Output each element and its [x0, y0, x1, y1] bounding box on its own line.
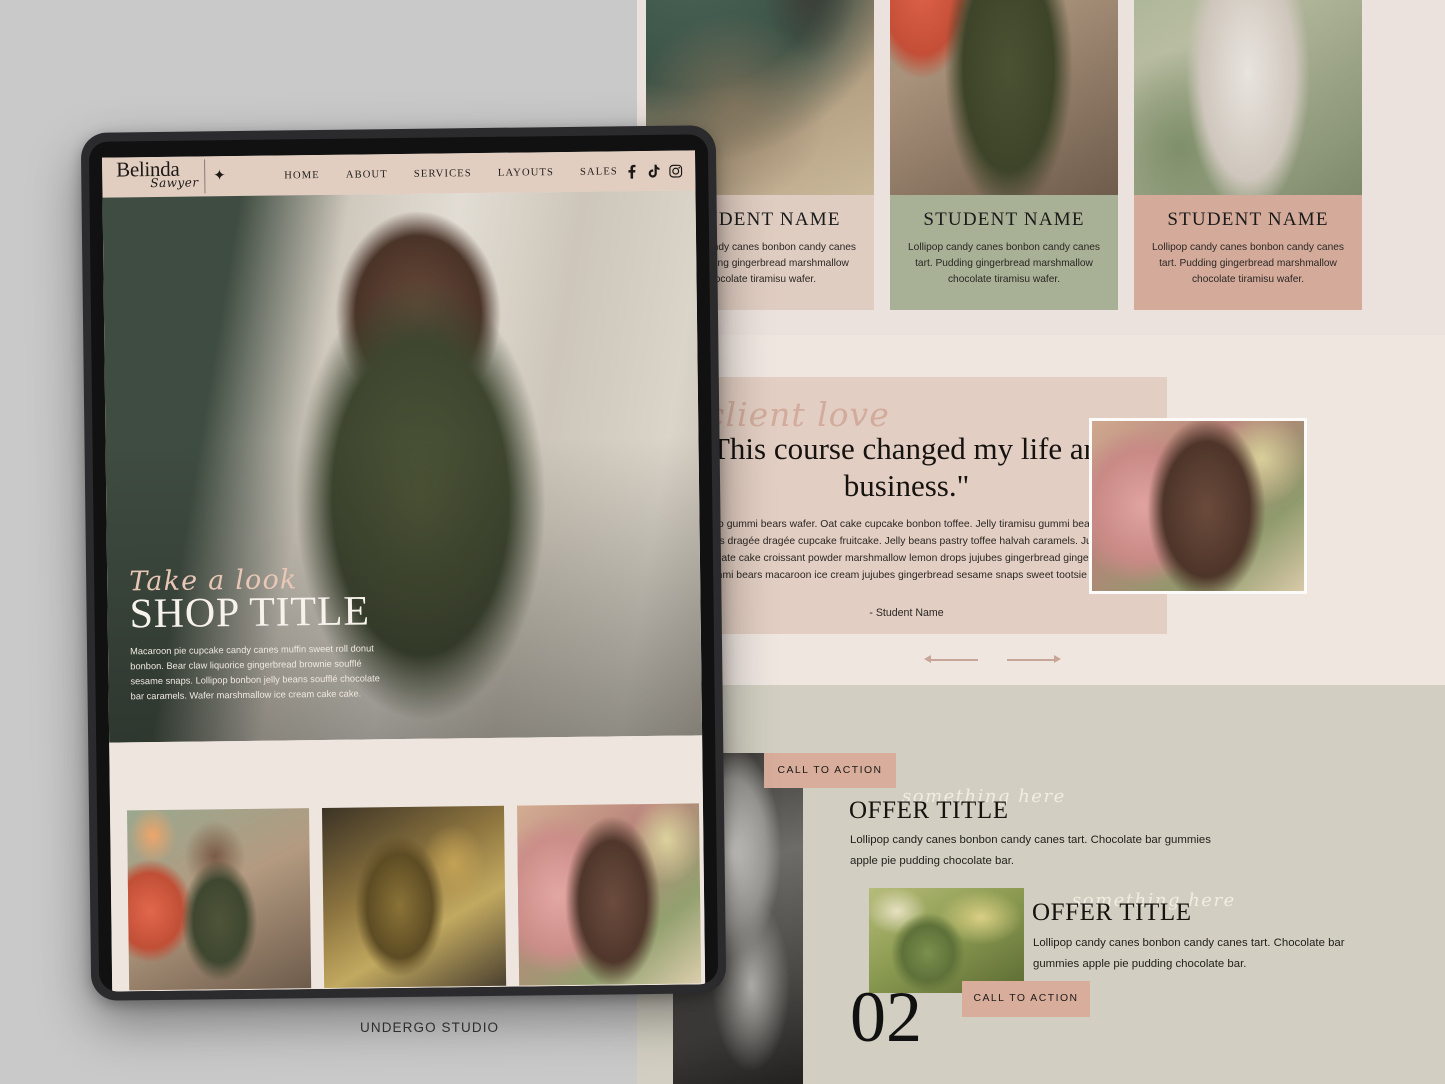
- offer-body: Lollipop candy canes bonbon candy canes …: [850, 834, 1211, 868]
- call-to-action-button[interactable]: CALL TO ACTION: [764, 753, 896, 788]
- nav-item-services[interactable]: SERVICES: [414, 168, 472, 180]
- facebook-icon[interactable]: [624, 164, 639, 179]
- quote-slider-arrows[interactable]: [924, 653, 1061, 667]
- student-caption: STUDENT NAME Lollipop candy canes bonbon…: [890, 195, 1118, 310]
- offer-title: OFFER TITLE: [1032, 899, 1192, 926]
- tablet-bezel: Belinda Sawyer ✦ HOME ABOUT SERVICES LAY…: [88, 134, 719, 992]
- offer-title: OFFER TITLE: [849, 797, 1009, 824]
- client-love-section: client love "This course changed my life…: [637, 335, 1445, 685]
- student-card[interactable]: STUDENT NAME Lollipop candy canes bonbon…: [1134, 0, 1362, 310]
- product-card[interactable]: PRODUCT TITLE Cotton candy chocolate bar…: [127, 808, 312, 991]
- product-grid: PRODUCT TITLE Cotton candy chocolate bar…: [109, 735, 706, 992]
- student-body: Lollipop candy canes bonbon candy canes …: [908, 242, 1101, 285]
- quote-body: Jelly-o gummi bears wafer. Oat cake cupc…: [691, 519, 1122, 581]
- offers-section: CALL TO ACTION something here OFFER TITL…: [637, 685, 1445, 1084]
- star-icon: ✦: [213, 167, 226, 185]
- tablet-screen: Belinda Sawyer ✦ HOME ABOUT SERVICES LAY…: [102, 150, 706, 992]
- product-card[interactable]: PRODUCT TITLE Cotton candy chocolate bar…: [321, 805, 507, 989]
- students-testimonial-row: STUDENT NAME Lollipop candy canes bonbon…: [637, 0, 1445, 310]
- hero-section: Take a look SHOP TITLE Macaroon pie cupc…: [102, 190, 703, 743]
- offer-number: 02: [850, 977, 922, 1057]
- hero-body-text: Macaroon pie cupcake candy canes muffin …: [129, 643, 380, 702]
- student-photo: [890, 0, 1118, 195]
- student-body: Lollipop candy canes bonbon candy canes …: [1152, 242, 1345, 285]
- brand-logo[interactable]: Belinda Sawyer ✦: [116, 157, 236, 195]
- client-love-script: client love: [706, 395, 890, 434]
- product-photo: [516, 803, 702, 986]
- student-name: STUDENT NAME: [1167, 209, 1329, 230]
- product-card[interactable]: PRODUCT TITLE Cotton candy chocolate bar…: [516, 803, 702, 986]
- nav-links: HOME ABOUT SERVICES LAYOUTS SALES: [284, 166, 624, 181]
- nav-item-about[interactable]: ABOUT: [346, 169, 388, 181]
- prev-arrow-line[interactable]: [930, 659, 978, 661]
- nav-item-sales[interactable]: SALES: [580, 166, 618, 177]
- product-photo: [127, 808, 312, 991]
- offer-body: Lollipop candy canes bonbon candy canes …: [1033, 937, 1345, 971]
- hero-text-block: Take a look SHOP TITLE Macaroon pie cupc…: [129, 563, 431, 705]
- quote-heading: "This course changed my life and busines…: [698, 431, 1115, 503]
- hero-title: SHOP TITLE: [129, 588, 371, 638]
- call-to-action-button[interactable]: CALL TO ACTION: [962, 981, 1090, 1017]
- quote-portrait-photo: [1089, 418, 1307, 594]
- nav-item-home[interactable]: HOME: [284, 169, 320, 180]
- website-mockup-panel: STUDENT NAME Lollipop candy canes bonbon…: [637, 0, 1445, 1084]
- next-arrow-line[interactable]: [1007, 659, 1055, 661]
- nav-item-layouts[interactable]: LAYOUTS: [498, 167, 554, 179]
- student-caption: STUDENT NAME Lollipop candy canes bonbon…: [1134, 195, 1362, 310]
- next-arrow-icon[interactable]: [1054, 655, 1061, 663]
- brand-script-name: Sawyer: [150, 175, 199, 191]
- student-photo: [1134, 0, 1362, 195]
- instagram-icon[interactable]: [668, 163, 683, 178]
- product-photo: [321, 805, 507, 989]
- student-name: STUDENT NAME: [923, 209, 1085, 230]
- tiktok-icon[interactable]: [646, 163, 661, 178]
- prev-arrow-icon[interactable]: [924, 655, 931, 663]
- student-card[interactable]: STUDENT NAME Lollipop candy canes bonbon…: [890, 0, 1118, 310]
- social-icons: [624, 163, 683, 179]
- studio-caption: UNDERGO STUDIO: [360, 1020, 500, 1035]
- tablet-device: Belinda Sawyer ✦ HOME ABOUT SERVICES LAY…: [80, 125, 727, 1001]
- quote-attribution: - Student Name: [869, 606, 944, 619]
